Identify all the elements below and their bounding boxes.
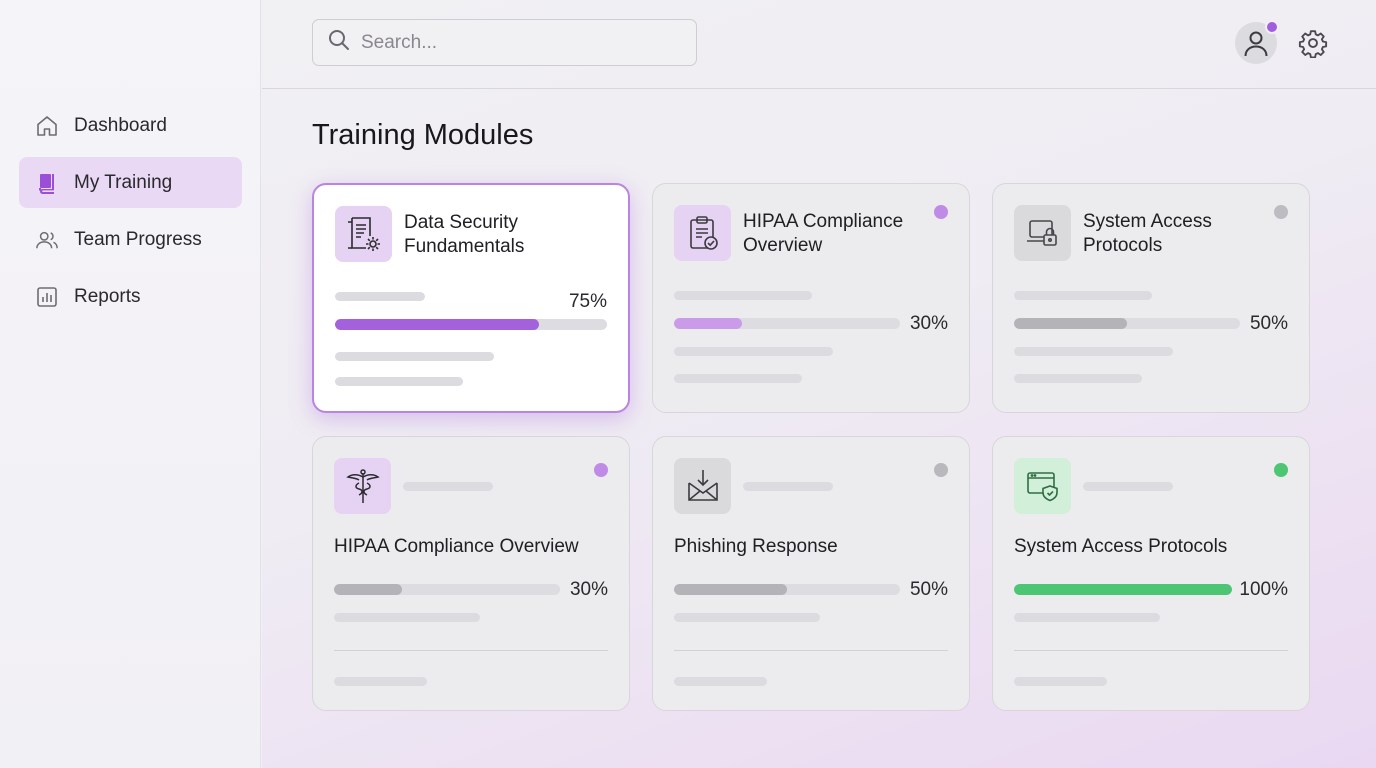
module-icon-tile xyxy=(1014,205,1071,261)
module-title: System Access Protocols xyxy=(1083,211,1212,256)
search-input[interactable] xyxy=(361,31,681,54)
sidebar-item-label: Dashboard xyxy=(74,114,167,136)
progress-percent: 75% xyxy=(568,291,607,312)
module-card-hipaa-2[interactable]: HIPAA Compliance Overview 30% xyxy=(312,436,630,711)
progress-percent: 30% xyxy=(909,313,948,334)
placeholder-line xyxy=(335,377,463,386)
progress-percent: 30% xyxy=(569,579,608,600)
progress-fill xyxy=(674,584,787,595)
placeholder-line xyxy=(334,677,427,686)
home-icon xyxy=(35,114,59,138)
module-icon-tile xyxy=(335,206,392,262)
placeholder-line xyxy=(674,291,812,300)
sidebar-item-label: Team Progress xyxy=(74,228,202,250)
sidebar-item-my-training[interactable]: My Training xyxy=(19,157,242,208)
gear-icon[interactable] xyxy=(1298,28,1328,59)
progress-percent: 100% xyxy=(1239,579,1288,600)
search-box[interactable] xyxy=(312,19,697,66)
progress-bar xyxy=(674,318,900,329)
card-divider xyxy=(334,650,608,651)
progress-fill xyxy=(1014,584,1232,595)
module-icon-tile xyxy=(1014,458,1071,514)
card-divider xyxy=(674,650,948,651)
status-dot xyxy=(594,463,608,477)
module-icon-tile xyxy=(334,458,391,514)
progress-fill xyxy=(1014,318,1127,329)
caduceus-icon xyxy=(345,469,380,503)
search-icon xyxy=(327,28,351,57)
placeholder-line xyxy=(1014,291,1152,300)
clipboard-check-icon xyxy=(689,216,718,250)
placeholder-line xyxy=(335,292,425,301)
sidebar-item-dashboard[interactable]: Dashboard xyxy=(19,100,242,151)
module-title: Data Security Fundamentals xyxy=(404,212,525,257)
module-card-data-security[interactable]: Data Security Fundamentals 75% xyxy=(312,183,630,413)
notification-dot xyxy=(1265,20,1279,34)
progress-bar xyxy=(1014,584,1232,595)
module-card-system-access-2[interactable]: System Access Protocols 100% xyxy=(992,436,1310,711)
status-dot xyxy=(1274,205,1288,219)
placeholder-line xyxy=(674,347,833,356)
sidebar-nav: Dashboard My Training Team Progress Repo… xyxy=(19,100,242,328)
main-content: Training Modules Data Security Fundament… xyxy=(262,0,1376,768)
placeholder-line xyxy=(403,482,493,491)
user-icon xyxy=(1244,31,1268,57)
module-title: HIPAA Compliance Overview xyxy=(743,211,904,256)
placeholder-line xyxy=(674,677,767,686)
progress-bar xyxy=(335,319,607,330)
sidebar-item-label: My Training xyxy=(74,171,173,193)
document-gear-icon xyxy=(347,217,380,251)
progress-fill xyxy=(335,319,539,330)
progress-fill xyxy=(674,318,742,329)
bar-chart-icon xyxy=(35,285,59,309)
page-title: Training Modules xyxy=(312,119,534,151)
module-title: Phishing Response xyxy=(674,536,838,557)
sidebar: Dashboard My Training Team Progress Repo… xyxy=(0,0,261,768)
status-dot xyxy=(934,205,948,219)
placeholder-line xyxy=(743,482,833,491)
placeholder-line xyxy=(335,352,494,361)
module-card-hipaa[interactable]: HIPAA Compliance Overview 30% xyxy=(652,183,970,413)
sidebar-item-team-progress[interactable]: Team Progress xyxy=(19,214,242,265)
book-icon xyxy=(35,171,59,195)
module-card-phishing[interactable]: Phishing Response 50% xyxy=(652,436,970,711)
module-card-system-access[interactable]: System Access Protocols 50% xyxy=(992,183,1310,413)
placeholder-line xyxy=(674,613,820,622)
placeholder-line xyxy=(1083,482,1173,491)
users-icon xyxy=(35,228,59,252)
module-title: HIPAA Compliance Overview xyxy=(334,536,579,557)
progress-percent: 50% xyxy=(1249,313,1288,334)
progress-percent: 50% xyxy=(909,579,948,600)
laptop-lock-icon xyxy=(1026,220,1057,246)
envelope-download-icon xyxy=(687,470,718,501)
module-icon-tile xyxy=(674,205,731,261)
placeholder-line xyxy=(1014,613,1160,622)
module-title: System Access Protocols xyxy=(1014,536,1228,557)
progress-fill xyxy=(334,584,402,595)
status-dot xyxy=(934,463,948,477)
progress-bar xyxy=(334,584,560,595)
placeholder-line xyxy=(674,374,802,383)
avatar[interactable] xyxy=(1235,20,1279,64)
browser-shield-icon xyxy=(1026,472,1058,502)
sidebar-item-label: Reports xyxy=(74,285,141,307)
status-dot xyxy=(1274,463,1288,477)
progress-bar xyxy=(1014,318,1240,329)
module-icon-tile xyxy=(674,458,731,514)
placeholder-line xyxy=(1014,347,1173,356)
placeholder-line xyxy=(1014,677,1107,686)
progress-bar xyxy=(674,584,900,595)
sidebar-item-reports[interactable]: Reports xyxy=(19,271,242,322)
placeholder-line xyxy=(1014,374,1142,383)
placeholder-line xyxy=(334,613,480,622)
card-divider xyxy=(1014,650,1288,651)
top-bar xyxy=(262,0,1376,89)
